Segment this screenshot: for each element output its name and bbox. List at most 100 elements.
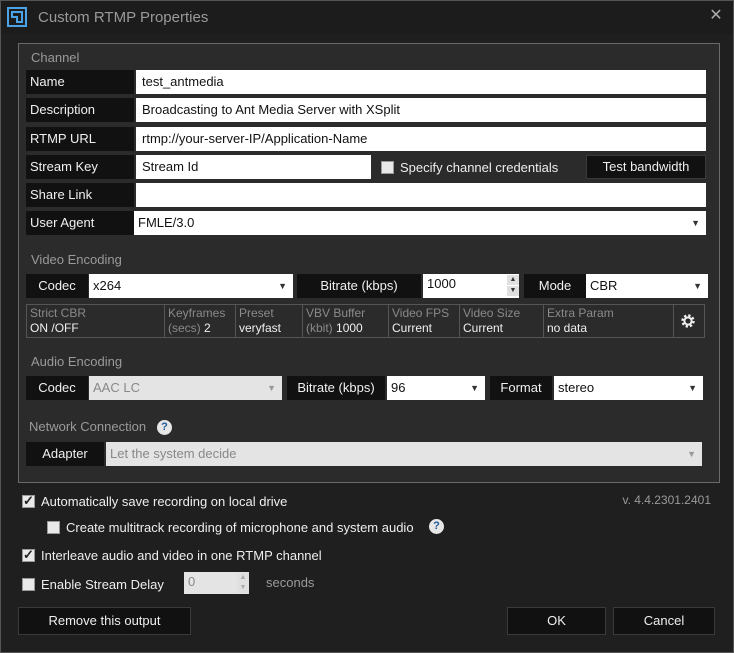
audio-codec-select: AAC LC ▼ — [89, 376, 282, 400]
audio-format-value: stereo — [558, 380, 595, 395]
video-codec-value: x264 — [93, 278, 122, 293]
preset-cell[interactable]: Preset veryfast — [236, 305, 303, 337]
stream-delay-checkbox[interactable] — [22, 578, 35, 591]
stepper-up-icon[interactable]: ▲ — [507, 275, 519, 285]
video-mode-label: Mode — [524, 274, 586, 298]
stream-delay-label: Enable Stream Delay — [41, 577, 164, 592]
window-title: Custom RTMP Properties — [38, 9, 209, 26]
stream-delay-value: 0 — [188, 574, 196, 589]
network-section-title: Network Connection — [29, 419, 147, 434]
close-icon[interactable]: ✕ — [707, 7, 725, 25]
vbv-buffer-cell[interactable]: VBV Buffer (kbit) 1000 — [303, 305, 389, 337]
audio-bitrate-select[interactable]: 96 ▼ — [387, 376, 485, 400]
chevron-down-icon: ▼ — [267, 383, 276, 393]
help-icon[interactable]: ? — [157, 420, 172, 435]
gear-icon[interactable] — [680, 313, 696, 329]
credentials-label: Specify channel credentials — [400, 160, 559, 175]
adapter-label: Adapter — [26, 442, 104, 466]
video-codec-select[interactable]: x264 ▼ — [89, 274, 293, 298]
stepper-down-icon: ▼ — [237, 583, 249, 593]
remove-output-button[interactable]: Remove this output — [18, 607, 191, 635]
video-fps-header: Video FPS — [392, 306, 450, 320]
keyframes-unit: (secs) — [168, 321, 201, 335]
vbv-buffer-header: VBV Buffer — [306, 306, 366, 320]
strict-cbr-on[interactable]: ON — [30, 321, 48, 335]
share-link-label: Share Link — [26, 183, 134, 207]
strict-cbr-off[interactable]: OFF — [55, 321, 79, 335]
audio-format-select[interactable]: stereo ▼ — [554, 376, 703, 400]
multitrack-checkbox[interactable] — [47, 521, 60, 534]
interleave-checkbox[interactable] — [22, 547, 35, 563]
test-bandwidth-button[interactable]: Test bandwidth — [586, 155, 706, 179]
audio-bitrate-label: Bitrate (kbps) — [287, 376, 385, 400]
audio-bitrate-value: 96 — [391, 380, 406, 395]
title-bar[interactable]: Custom RTMP Properties ✕ — [1, 1, 733, 34]
chevron-down-icon: ▼ — [687, 449, 696, 459]
autosave-checkbox[interactable] — [22, 493, 35, 509]
video-codec-label: Codec — [26, 274, 88, 298]
credentials-checkbox[interactable] — [381, 161, 394, 174]
stream-delay-stepper: 0 ▲ ▼ — [184, 572, 249, 594]
video-size-header: Video Size — [463, 306, 521, 320]
extra-param-header: Extra Param — [547, 306, 614, 320]
chevron-down-icon: ▼ — [470, 383, 479, 393]
video-fps-value: Current — [392, 321, 433, 335]
encoder-settings-grid: Strict CBR ON /OFF Keyframes (secs) 2 Pr… — [26, 304, 705, 338]
video-section-title: Video Encoding — [31, 252, 122, 267]
dialog-window: Custom RTMP Properties ✕ Channel Name te… — [0, 0, 734, 653]
rtmp-url-label: RTMP URL — [26, 127, 134, 151]
user-agent-value: FMLE/3.0 — [138, 215, 195, 230]
audio-format-label: Format — [490, 376, 552, 400]
description-label: Description — [26, 98, 134, 122]
version-label: v. 4.4.2301.2401 — [622, 493, 711, 507]
user-agent-select[interactable]: FMLE/3.0 ▼ — [134, 211, 706, 235]
vbv-buffer-value: 1000 — [336, 321, 363, 335]
video-bitrate-stepper[interactable]: 1000 ▲ ▼ — [423, 274, 519, 298]
vbv-buffer-unit: (kbit) — [306, 321, 333, 335]
multitrack-label: Create multitrack recording of microphon… — [66, 520, 414, 535]
preset-header: Preset — [239, 306, 274, 320]
stepper-down-icon[interactable]: ▼ — [507, 286, 519, 296]
name-label: Name — [26, 70, 134, 94]
cancel-button[interactable]: Cancel — [613, 607, 715, 635]
strict-cbr-cell[interactable]: Strict CBR ON /OFF — [27, 305, 165, 337]
video-mode-value: CBR — [590, 278, 618, 293]
interleave-label: Interleave audio and video in one RTMP c… — [41, 548, 322, 563]
user-agent-label: User Agent — [26, 211, 134, 235]
stream-delay-unit: seconds — [266, 575, 315, 590]
stepper-up-icon: ▲ — [237, 573, 249, 583]
properties-panel: Channel Name test_antmedia Description B… — [18, 43, 720, 483]
video-bitrate-value: 1000 — [427, 276, 456, 291]
extra-param-value: no data — [547, 321, 588, 335]
keyframes-value: 2 — [204, 321, 211, 335]
stream-key-input[interactable]: Stream Id — [136, 155, 371, 179]
video-size-value: Current — [463, 321, 504, 335]
ok-button[interactable]: OK — [507, 607, 606, 635]
xsplit-logo-icon — [7, 7, 27, 27]
strict-cbr-header: Strict CBR — [30, 306, 87, 320]
stream-key-label: Stream Key — [26, 155, 134, 179]
video-fps-cell[interactable]: Video FPS Current — [389, 305, 460, 337]
share-link-input[interactable] — [136, 183, 706, 207]
video-mode-select[interactable]: CBR ▼ — [586, 274, 708, 298]
channel-section-title: Channel — [31, 50, 80, 65]
preset-value: veryfast — [239, 321, 282, 335]
keyframes-cell[interactable]: Keyframes (secs) 2 — [165, 305, 236, 337]
audio-codec-value: AAC LC — [93, 380, 140, 395]
autosave-label: Automatically save recording on local dr… — [41, 494, 288, 509]
name-input[interactable]: test_antmedia — [136, 70, 706, 94]
audio-section-title: Audio Encoding — [31, 354, 123, 369]
video-bitrate-label: Bitrate (kbps) — [297, 274, 421, 298]
audio-codec-label: Codec — [26, 376, 88, 400]
rtmp-url-input[interactable]: rtmp://your-server-IP/Application-Name — [136, 127, 706, 151]
description-input[interactable]: Broadcasting to Ant Media Server with XS… — [136, 98, 706, 122]
extra-param-cell[interactable]: Extra Param no data — [544, 305, 674, 337]
chevron-down-icon: ▼ — [693, 281, 702, 291]
adapter-select: Let the system decide ▼ — [106, 442, 702, 466]
video-size-cell[interactable]: Video Size Current — [460, 305, 544, 337]
chevron-down-icon: ▼ — [691, 218, 700, 228]
help-icon[interactable]: ? — [429, 519, 444, 534]
chevron-down-icon: ▼ — [278, 281, 287, 291]
adapter-value: Let the system decide — [110, 446, 237, 461]
keyframes-header: Keyframes — [168, 306, 226, 320]
